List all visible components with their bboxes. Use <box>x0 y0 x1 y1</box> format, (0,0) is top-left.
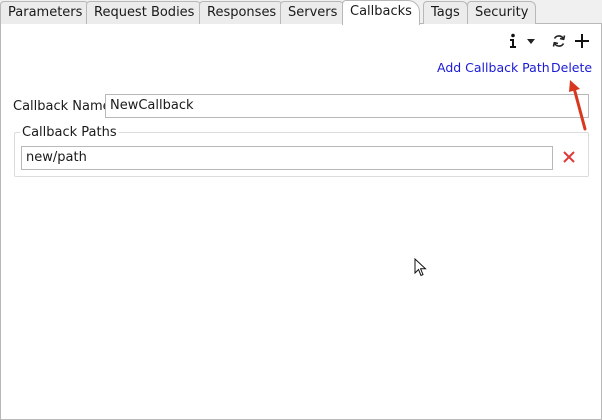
add-callback-path-link[interactable]: Add Callback Path <box>437 60 550 75</box>
tab-parameters[interactable]: Parameters <box>0 1 91 24</box>
remove-path-icon[interactable] <box>563 150 577 164</box>
chevron-down-icon[interactable] <box>525 36 537 46</box>
tab-callbacks[interactable]: Callbacks <box>342 0 420 25</box>
callback-path-field[interactable]: new/path <box>21 146 553 170</box>
mouse-cursor-icon <box>414 258 427 277</box>
tab-tags[interactable]: Tags <box>423 1 468 24</box>
info-icon[interactable] <box>505 32 521 50</box>
tab-security[interactable]: Security <box>467 1 537 24</box>
delete-link[interactable]: Delete <box>551 60 592 75</box>
tab-servers[interactable]: Servers <box>280 1 346 24</box>
callback-name-label: Callback Name <box>13 99 111 114</box>
tab-strip: Parameters Request Bodies Responses Serv… <box>0 0 602 25</box>
refresh-icon[interactable] <box>551 33 567 49</box>
tab-responses[interactable]: Responses <box>199 1 285 24</box>
tab-request-bodies[interactable]: Request Bodies <box>86 1 203 24</box>
plus-icon[interactable] <box>573 32 591 50</box>
callback-paths-title: Callback Paths <box>20 125 119 140</box>
callbacks-panel: Add Callback Path Delete Callback Name N… <box>0 24 602 420</box>
callback-name-field[interactable]: NewCallback <box>105 94 589 118</box>
